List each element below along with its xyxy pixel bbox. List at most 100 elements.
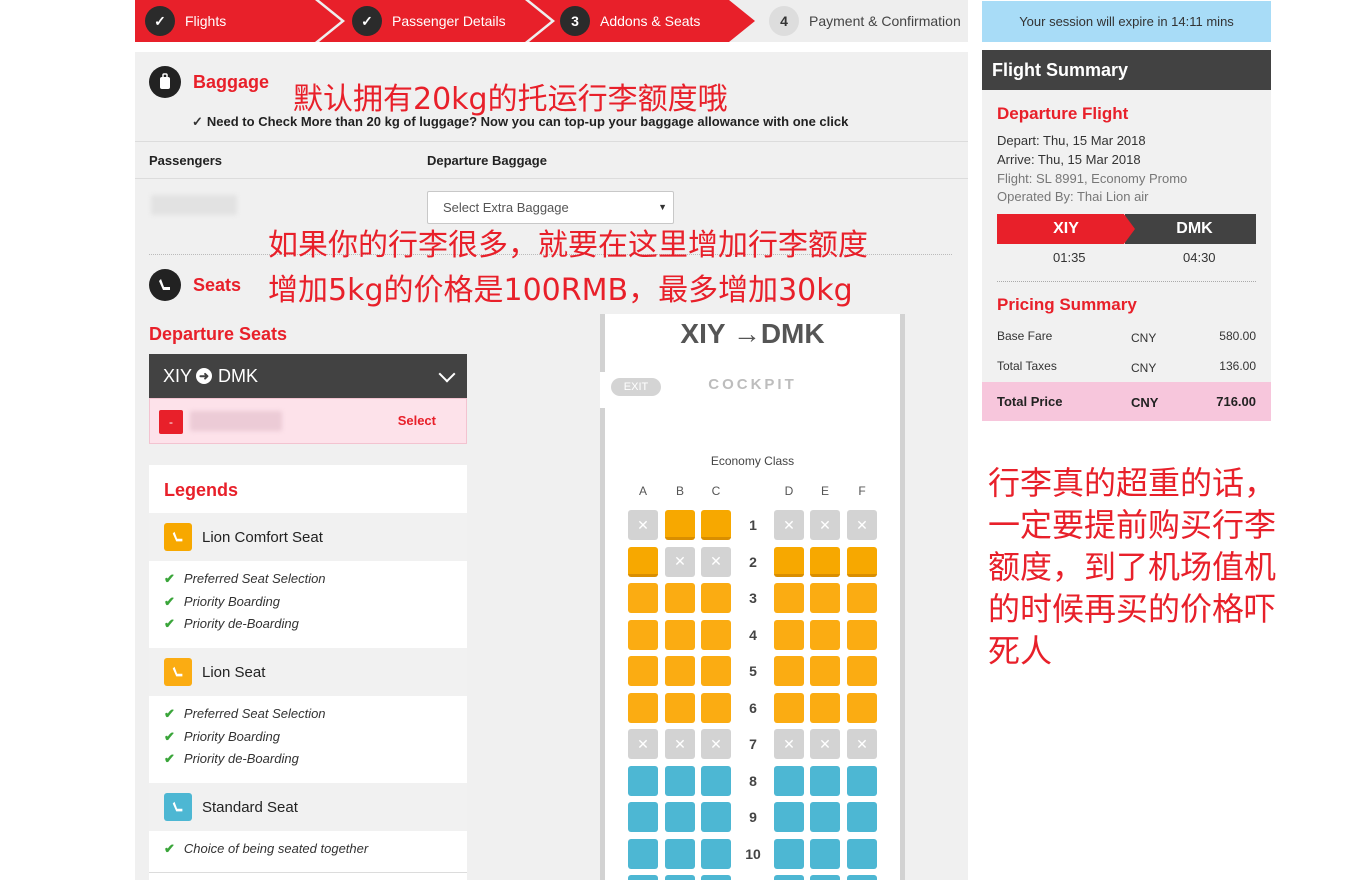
seat-std[interactable] xyxy=(810,765,840,796)
seat-lion[interactable] xyxy=(847,656,877,686)
legend-feature: ✔ Priority Boarding xyxy=(164,729,280,745)
seat-std[interactable] xyxy=(774,765,804,796)
legend-feature: ✔ Preferred Seat Selection xyxy=(164,571,326,587)
seat-std[interactable] xyxy=(774,838,804,869)
seat-lion[interactable] xyxy=(628,656,658,686)
seat-std[interactable] xyxy=(665,838,695,869)
seat-comfort[interactable] xyxy=(847,546,877,577)
annotation-overweight-tip: 行李真的超重的话， 一定要提前购买行李 额度，到了机场值机 的时候再买的价格吓 … xyxy=(988,462,1276,672)
legend-feature-text: Priority de-Boarding xyxy=(183,616,299,631)
legend-feature: ✔ Priority de-Boarding xyxy=(164,616,299,632)
seat-comfort[interactable] xyxy=(665,510,695,540)
seat-lion[interactable] xyxy=(628,583,658,613)
seat-std[interactable] xyxy=(701,875,731,880)
check-icon: ✔ xyxy=(164,571,175,586)
legend-feature-text: Priority Boarding xyxy=(183,729,281,744)
seat-std[interactable] xyxy=(665,802,695,832)
seat-lion[interactable] xyxy=(774,692,804,723)
seat-lion[interactable] xyxy=(665,619,695,650)
passenger-name-redacted xyxy=(151,195,237,215)
seat-lion[interactable] xyxy=(665,656,695,686)
seat-unavailable: ✕ xyxy=(847,729,877,759)
seat-lion[interactable] xyxy=(665,692,695,723)
legend-name: Lion Comfort Seat xyxy=(202,528,323,546)
legend-name: Standard Seat xyxy=(202,798,298,816)
seat-std[interactable] xyxy=(810,802,840,832)
seat-std[interactable] xyxy=(847,838,877,869)
divider xyxy=(149,872,467,873)
seat-std[interactable] xyxy=(774,802,804,832)
seat-icon xyxy=(164,523,192,551)
seat-std[interactable] xyxy=(810,875,840,880)
seat-icon xyxy=(164,793,192,821)
seat-std[interactable] xyxy=(701,765,731,796)
seat-lion[interactable] xyxy=(847,692,877,723)
step-passenger-details[interactable]: ✓ Passenger Details xyxy=(319,0,551,42)
seat-std[interactable] xyxy=(701,838,731,869)
departure-flight-title: Departure Flight xyxy=(997,104,1129,123)
seat-unavailable: ✕ xyxy=(628,510,658,540)
seat-lion[interactable] xyxy=(810,656,840,686)
select-seat-link[interactable]: Select xyxy=(398,413,436,428)
seat-std[interactable] xyxy=(701,802,731,832)
step-payment-confirmation[interactable]: 4 Payment & Confirmation xyxy=(769,0,968,42)
divider xyxy=(135,141,968,142)
seat-comfort[interactable] xyxy=(810,546,840,577)
seat-lion[interactable] xyxy=(701,583,731,613)
seat-lion[interactable] xyxy=(774,619,804,650)
seat-std[interactable] xyxy=(847,765,877,796)
seat-lion[interactable] xyxy=(665,583,695,613)
base-fare-amount: 580.00 xyxy=(1219,329,1256,343)
base-fare-currency: CNY xyxy=(1131,331,1157,345)
total-price-row: Total Price CNY 716.00 xyxy=(982,382,1271,421)
luggage-icon xyxy=(149,66,181,98)
seat-std[interactable] xyxy=(628,802,658,832)
annotation-line: 行李真的超重的话， xyxy=(988,464,1277,502)
route-to: DMK xyxy=(218,365,259,386)
baggage-header: Baggage xyxy=(149,66,269,98)
select-placeholder: Select Extra Baggage xyxy=(443,200,569,215)
seat-std[interactable] xyxy=(847,802,877,832)
legend-feature-text: Choice of being seated together xyxy=(183,841,369,856)
seat-map: XIY →DMK EXIT COCKPIT Economy Class ABCD… xyxy=(600,314,905,880)
seat-lion[interactable] xyxy=(810,692,840,723)
seat-lion[interactable] xyxy=(774,583,804,613)
seat-std[interactable] xyxy=(628,875,658,880)
seat-lion[interactable] xyxy=(774,656,804,686)
annotation-line: 额度，到了机场值机 xyxy=(988,548,1277,586)
seat-lion[interactable] xyxy=(628,692,658,723)
seat-lion[interactable] xyxy=(847,583,877,613)
seat-row-number: 4 xyxy=(749,626,757,643)
step-addons-seats[interactable]: 3 Addons & Seats xyxy=(529,0,755,42)
seat-std[interactable] xyxy=(810,838,840,869)
seat-unavailable: ✕ xyxy=(665,546,695,577)
seat-lion[interactable] xyxy=(701,619,731,650)
seat-lion[interactable] xyxy=(810,619,840,650)
seat-std[interactable] xyxy=(628,765,658,796)
check-icon: ✔ xyxy=(164,616,175,631)
legend-feature-text: Priority de-Boarding xyxy=(183,751,299,766)
step-label: Addons & Seats xyxy=(600,13,701,29)
remove-seat-button[interactable]: - xyxy=(159,410,183,434)
seat-lion[interactable] xyxy=(628,619,658,650)
seat-lion[interactable] xyxy=(701,692,731,723)
seat-std[interactable] xyxy=(665,765,695,796)
seat-lion[interactable] xyxy=(701,656,731,686)
seat-comfort[interactable] xyxy=(628,546,658,577)
seat-comfort[interactable] xyxy=(701,510,731,540)
check-icon: ✓ xyxy=(352,6,382,36)
annotation-line: 一定要提前购买行李 xyxy=(988,506,1277,544)
seat-std[interactable] xyxy=(628,838,658,869)
seat-lion[interactable] xyxy=(810,583,840,613)
cabin-class-label: Economy Class xyxy=(710,454,795,468)
seat-lion[interactable] xyxy=(847,619,877,650)
passenger-seat-row[interactable]: - Select xyxy=(149,398,467,444)
seat-comfort[interactable] xyxy=(774,546,804,577)
seat-std[interactable] xyxy=(774,875,804,880)
step-flights[interactable]: ✓ Flights xyxy=(135,0,341,42)
seat-route-toggle[interactable]: XIY ➜ DMK xyxy=(149,354,467,398)
seat-std[interactable] xyxy=(665,875,695,880)
seat-std[interactable] xyxy=(847,875,877,880)
seat-column-c: C xyxy=(711,484,721,498)
destination-airport: DMK xyxy=(1125,214,1256,244)
